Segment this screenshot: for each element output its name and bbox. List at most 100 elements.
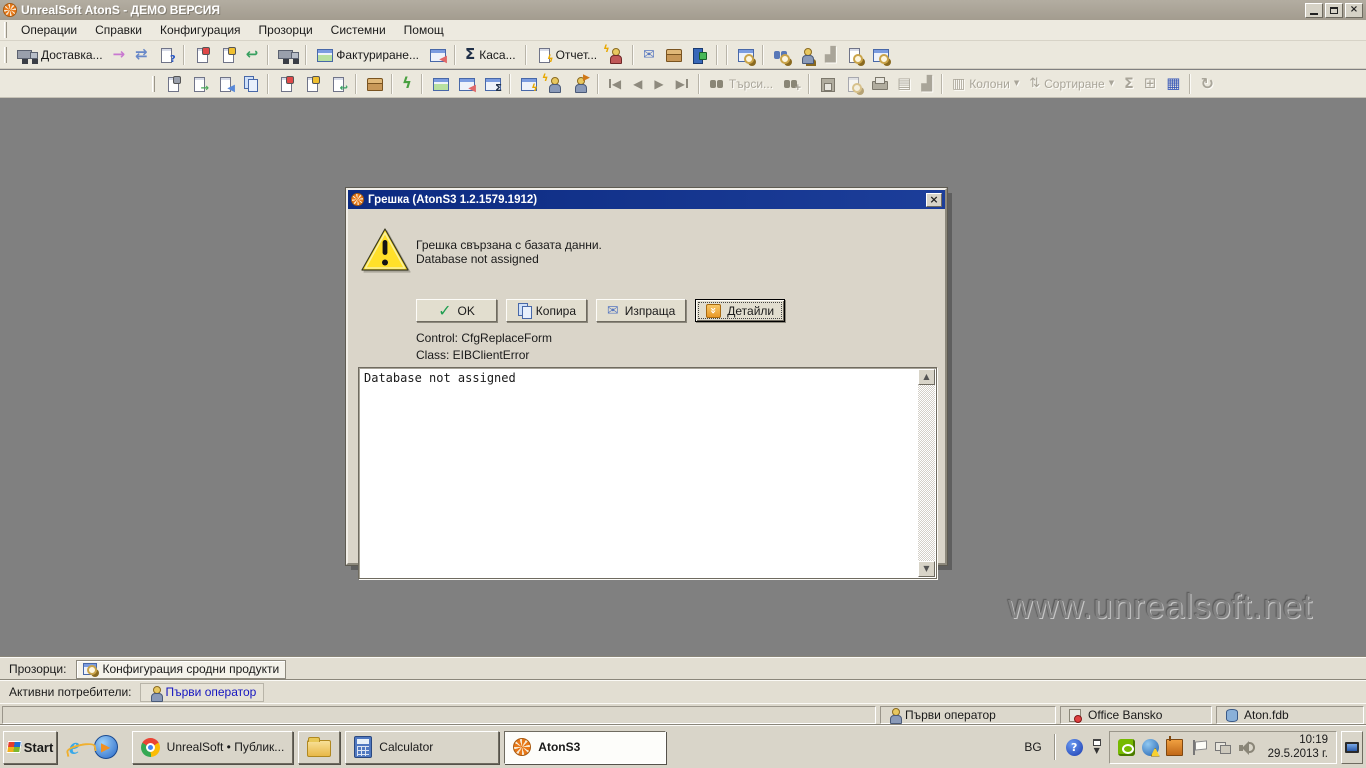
details-label: Детайли — [727, 304, 774, 318]
execute-button[interactable]: ϟ — [397, 72, 417, 96]
preview-button[interactable] — [840, 72, 866, 96]
menu-windows[interactable]: Прозорци — [250, 21, 322, 39]
chart-button[interactable]: ▟ — [916, 72, 937, 96]
invoice-return-button[interactable]: ◀ — [424, 43, 450, 67]
help-icon[interactable]: ? — [1066, 739, 1083, 756]
doc-delivery-button[interactable] — [160, 72, 186, 96]
menu-system[interactable]: Системни — [322, 21, 395, 39]
find-document-button[interactable] — [841, 43, 867, 67]
show-desktop-button[interactable] — [1341, 731, 1363, 764]
form-return-button[interactable]: ◀ — [453, 72, 479, 96]
doc-forward-button[interactable]: → — [186, 72, 212, 96]
find-window-button[interactable] — [867, 43, 893, 67]
restore-button[interactable] — [1325, 3, 1343, 18]
close-button[interactable]: × — [1345, 3, 1363, 18]
form-open-button[interactable] — [427, 72, 453, 96]
network-connection-icon[interactable] — [1214, 739, 1231, 756]
cash-button[interactable]: Σ Каса... — [460, 43, 521, 67]
window-titlebar[interactable]: UnrealSoft AtonS - ДЕМО ВЕРСИЯ × — [0, 0, 1366, 20]
totals-button[interactable]: Σ — [1119, 72, 1139, 96]
delivery-button[interactable]: Доставка... — [12, 43, 108, 67]
ok-button[interactable]: ✓ OK — [416, 299, 497, 322]
menu-reports[interactable]: Справки — [86, 21, 151, 39]
media-player-icon[interactable]: ▶ — [94, 735, 118, 759]
window-tab-config-products[interactable]: Конфигурация сродни продукти — [76, 660, 286, 679]
building-icon[interactable] — [1166, 739, 1183, 756]
link-yellow-button[interactable] — [215, 43, 241, 67]
error-dialog-titlebar[interactable]: Грешка (AtonS3 1.2.1579.1912) × — [348, 190, 945, 209]
scroll-down-button[interactable]: ▼ — [918, 561, 935, 577]
details-button[interactable]: » Детайли — [695, 299, 785, 322]
show-hidden-icons-button[interactable]: ▼ — [1093, 739, 1101, 755]
save-button[interactable] — [814, 72, 840, 96]
sorting-button[interactable]: ⇅ Сортиране ▼ — [1024, 72, 1119, 96]
active-user-item[interactable]: Първи оператор — [140, 683, 265, 702]
start-button[interactable]: Start — [3, 731, 57, 764]
invoicing-button[interactable]: Фактуриране... — [311, 43, 424, 67]
exit-button[interactable] — [686, 43, 712, 67]
task-folder[interactable] — [298, 731, 340, 764]
task-aton[interactable]: AtonS3 — [504, 731, 666, 764]
print-button[interactable] — [866, 72, 892, 96]
dialog-close-button[interactable]: × — [926, 193, 942, 207]
menu-configuration[interactable]: Конфигурация — [151, 21, 250, 39]
nvidia-icon[interactable] — [1118, 739, 1135, 756]
doc-yellow-button[interactable] — [299, 72, 325, 96]
link-red-button[interactable] — [189, 43, 215, 67]
task-chrome[interactable]: UnrealSoft • Публик... — [132, 731, 294, 764]
volume-icon[interactable] — [1238, 739, 1255, 756]
find-partner-button[interactable] — [768, 43, 794, 67]
delivery-confirm-button[interactable]: ✓ — [273, 43, 301, 67]
find-user-button[interactable] — [794, 43, 820, 67]
doc-red-button[interactable] — [273, 72, 299, 96]
internet-explorer-icon[interactable]: e — [69, 735, 80, 759]
wallet-button[interactable] — [660, 43, 686, 67]
form-execute-button[interactable]: ϟ — [515, 72, 541, 96]
menu-operations[interactable]: Операции — [12, 21, 86, 39]
doc-pages-button[interactable] — [238, 72, 263, 96]
form-sum-button[interactable]: Σ — [479, 72, 505, 96]
language-indicator[interactable]: BG — [1016, 740, 1049, 754]
find-chart-button[interactable]: ▟ — [820, 43, 841, 67]
toolbar1-grip[interactable] — [4, 47, 7, 63]
scroll-up-button[interactable]: ▲ — [918, 369, 935, 385]
error-details-box[interactable]: Database not assigned ▲ ▼ — [358, 367, 937, 579]
grid-button[interactable]: ⊞ — [1139, 72, 1162, 96]
menu-help[interactable]: Помощ — [395, 21, 453, 39]
columns-button[interactable]: ▥ Колони ▼ — [947, 72, 1024, 96]
send-button[interactable]: ✉ Изпраща — [596, 299, 686, 322]
toolbar-separator — [632, 45, 634, 65]
nav-next-button[interactable]: ▶ — [648, 78, 669, 90]
workspace: www.unrealsoft.net Грешка (AtonS3 1.2.15… — [0, 98, 1366, 657]
search-button[interactable]: Търси... — [704, 72, 778, 96]
pages-question-button[interactable]: ? — [153, 43, 179, 67]
minimize-button[interactable] — [1305, 3, 1323, 18]
undo-home-button[interactable]: ↩ — [241, 43, 264, 67]
search-add-button[interactable]: + — [778, 72, 804, 96]
doc-undo-button[interactable]: ↩ — [325, 72, 351, 96]
report-user-button[interactable]: ϟ — [602, 43, 628, 67]
toolbar2-grip[interactable] — [152, 76, 155, 92]
package-button[interactable] — [361, 72, 387, 96]
table-view-button[interactable]: ▦ — [1161, 72, 1185, 96]
swap-documents-button[interactable]: ⇄ — [130, 43, 153, 67]
mail-button[interactable]: ✉ — [638, 43, 660, 67]
nav-last-button[interactable]: ▶ — [670, 78, 694, 90]
flag-icon[interactable] — [1190, 739, 1207, 756]
menu-grip[interactable] — [4, 22, 7, 38]
search-label: Търси... — [729, 77, 773, 91]
form-users-button[interactable]: ▶ — [567, 72, 593, 96]
form-execute-user-button[interactable]: ϟ — [541, 72, 567, 96]
archive-button[interactable]: ▤ — [892, 72, 916, 96]
view-search-button[interactable] — [732, 43, 758, 67]
forward-document-button[interactable]: → — [108, 43, 131, 67]
report-button[interactable]: ϟ Отчет... — [531, 43, 603, 67]
copy-button[interactable]: Копира — [506, 299, 587, 322]
details-scrollbar[interactable]: ▲ ▼ — [918, 369, 935, 577]
nav-first-button[interactable]: ◀ — [603, 78, 627, 90]
doc-back-button[interactable]: ◀ — [212, 72, 238, 96]
nav-prev-button[interactable]: ◀ — [627, 78, 648, 90]
refresh-button[interactable]: ↻ — [1195, 72, 1218, 96]
task-calculator[interactable]: Calculator — [345, 731, 499, 764]
network-globe-icon[interactable] — [1142, 739, 1159, 756]
